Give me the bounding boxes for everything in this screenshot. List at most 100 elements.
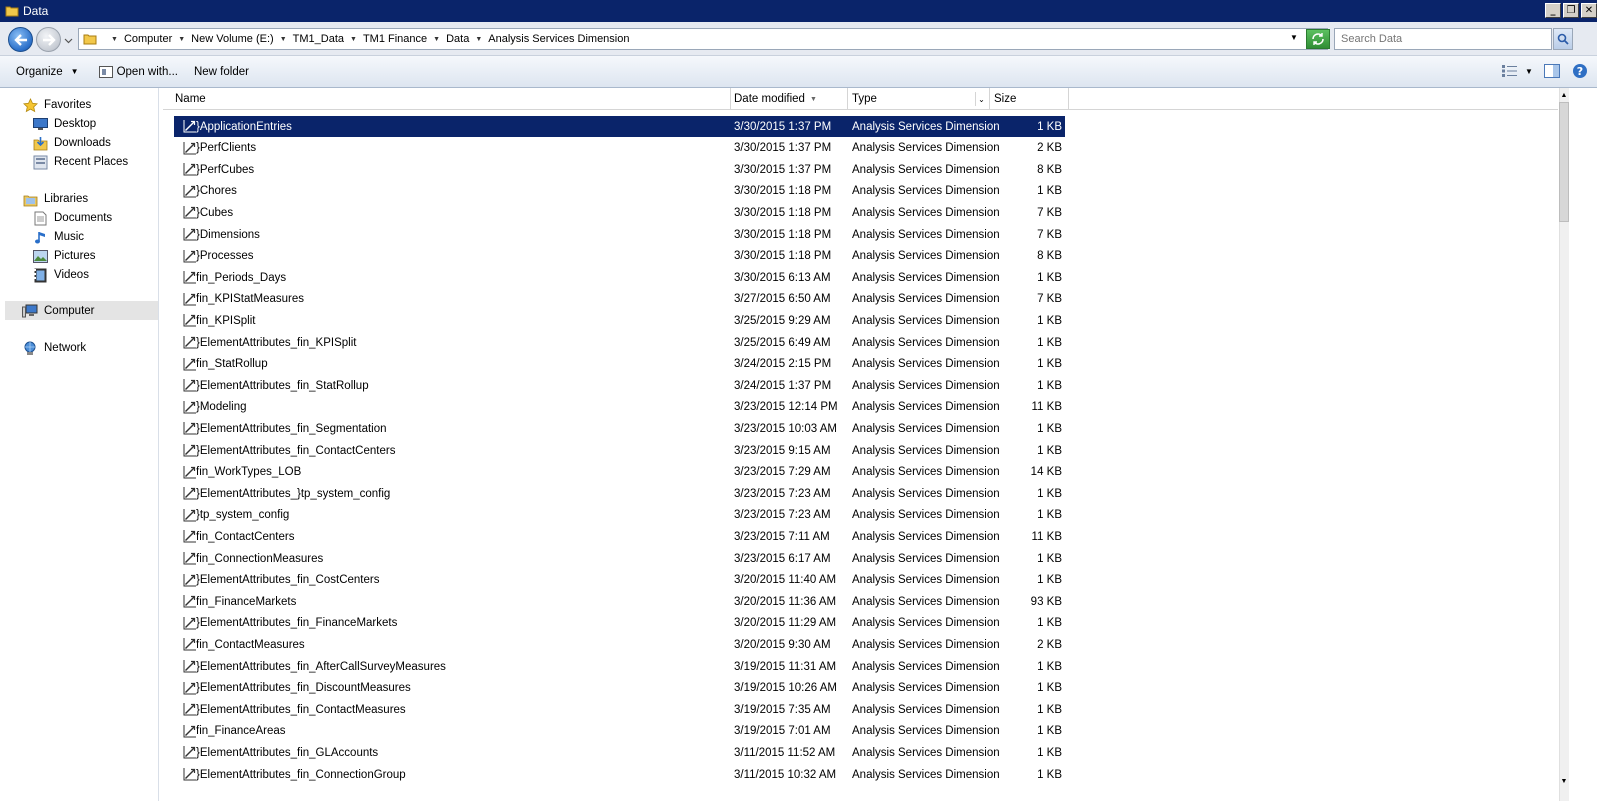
search-button[interactable] (1553, 28, 1573, 50)
column-header-type[interactable]: Type ⌄ (848, 88, 990, 110)
nav-videos[interactable]: Videos (32, 266, 89, 284)
file-name: }Chores (196, 185, 237, 198)
nav-libraries[interactable]: Libraries (22, 190, 88, 208)
table-row[interactable]: fin_ContactMeasures 3/20/2015 9:30 AM Anal… (174, 634, 1065, 655)
scroll-up-icon[interactable]: ▲ (1559, 89, 1569, 101)
table-row[interactable]: }Dimensions 3/30/2015 1:18 PM Analysis Ser… (174, 224, 1065, 245)
table-row[interactable]: }ElementAttributes_fin_AfterCallSurveyMe… (174, 656, 1065, 677)
table-row[interactable]: }ApplicationEntries 3/30/2015 1:37 PM Anal… (174, 116, 1065, 137)
breadcrumb-volume[interactable]: ▼ New Volume (E:) (172, 33, 273, 45)
table-row[interactable]: fin_KPISplit 3/25/2015 9:29 AM Analysis Se… (174, 310, 1065, 331)
navigation-pane: Favorites Desktop Downloads Recent Place… (0, 88, 159, 801)
chevron-down-icon[interactable]: ▼ (71, 67, 79, 76)
file-name: }Modeling (196, 401, 247, 414)
nav-network[interactable]: Network (22, 339, 86, 357)
table-row[interactable]: }ElementAttributes_}tp_system_config 3/23… (174, 483, 1065, 504)
table-row[interactable]: fin_FinanceAreas 3/19/2015 7:01 AM Analysi… (174, 721, 1065, 742)
file-type: Analysis Services Dimension (852, 682, 1000, 695)
table-row[interactable]: }ElementAttributes_fin_GLAccounts 3/11/20… (174, 742, 1065, 763)
table-row[interactable]: fin_FinanceMarkets 3/20/2015 11:36 AM Anal… (174, 591, 1065, 612)
file-date-modified: 3/23/2015 12:14 PM (734, 401, 838, 414)
recent-pages-dropdown[interactable] (64, 36, 73, 45)
table-row[interactable]: fin_ContactCenters 3/23/2015 7:11 AM Analy… (174, 526, 1065, 547)
table-row[interactable]: }ElementAttributes_fin_FinanceMarkets 3/2… (174, 613, 1065, 634)
table-row[interactable]: }PerfClients 3/30/2015 1:37 PM Analysis Se… (174, 138, 1065, 159)
column-filter-dropdown[interactable]: ⌄ (975, 92, 987, 106)
close-button[interactable]: ✕ (1581, 3, 1597, 18)
help-button[interactable]: ? (1569, 61, 1591, 81)
back-button[interactable] (8, 27, 33, 52)
table-row[interactable]: }ElementAttributes_fin_ContactMeasures 3/… (174, 699, 1065, 720)
table-row[interactable]: }Processes 3/30/2015 1:18 PM Analysis Serv… (174, 246, 1065, 267)
breadcrumb-arrow-icon[interactable]: ▼ (433, 36, 440, 43)
table-row[interactable]: }ElementAttributes_fin_Segmentation 3/23/… (174, 418, 1065, 439)
breadcrumb-data[interactable]: ▼ Data (427, 33, 469, 45)
file-date-modified: 3/20/2015 11:29 AM (734, 617, 837, 630)
table-row[interactable]: }tp_system_config 3/23/2015 7:23 AM Analys… (174, 505, 1065, 526)
forward-button[interactable] (36, 27, 61, 52)
file-date-modified: 3/23/2015 6:17 AM (734, 552, 831, 565)
change-view-button[interactable] (1499, 61, 1521, 81)
scroll-down-icon[interactable]: ▼ (1559, 775, 1569, 787)
column-header-date[interactable]: Date modified ▼ (730, 88, 848, 110)
table-row[interactable]: }ElementAttributes_fin_StatRollup 3/24/20… (174, 375, 1065, 396)
file-name: }ElementAttributes_fin_StatRollup (196, 379, 369, 392)
search-input[interactable] (1341, 33, 1551, 45)
table-row[interactable]: }Chores 3/30/2015 1:18 PM Analysis Service… (174, 181, 1065, 202)
table-row[interactable]: }Modeling 3/23/2015 12:14 PM Analysis Serv… (174, 397, 1065, 418)
table-row[interactable]: }ElementAttributes_fin_ContactCenters 3/2… (174, 440, 1065, 461)
nav-downloads[interactable]: Downloads (32, 134, 111, 152)
table-row[interactable]: }Cubes 3/30/2015 1:18 PM Analysis Services… (174, 202, 1065, 223)
file-size: 7 KB (1037, 293, 1062, 306)
breadcrumb-tm1-data[interactable]: ▼ TM1_Data (274, 33, 344, 45)
nav-favorites[interactable]: Favorites (22, 96, 91, 114)
scroll-thumb[interactable] (1559, 102, 1569, 222)
address-field[interactable]: ▼ Computer ▼ New Volume (E:) ▼ TM1_Data ▼ TM… (78, 28, 1328, 50)
nav-desktop[interactable]: Desktop (32, 115, 96, 133)
view-options-dropdown[interactable]: ▼ (1523, 61, 1535, 81)
table-row[interactable]: }ElementAttributes_fin_ConnectionGroup 3/… (174, 764, 1065, 785)
open-with-button[interactable]: Open with... (93, 61, 184, 83)
breadcrumb-computer[interactable]: ▼ Computer (105, 33, 172, 45)
file-size: 7 KB (1037, 228, 1062, 241)
organize-button[interactable]: Organize ▼ (10, 61, 85, 83)
table-row[interactable]: }ElementAttributes_fin_KPISplit 3/25/2015… (174, 332, 1065, 353)
vertical-scrollbar[interactable]: ▲ ▼ (1558, 88, 1597, 801)
preview-pane-button[interactable] (1541, 61, 1563, 81)
table-row[interactable]: fin_WorkTypes_LOB 3/23/2015 7:29 AM Analys… (174, 462, 1065, 483)
file-size: 1 KB (1037, 358, 1062, 371)
breadcrumb-arrow-icon[interactable]: ▼ (280, 36, 287, 43)
breadcrumb-arrow-icon[interactable]: ▼ (178, 36, 185, 43)
nav-music[interactable]: Music (32, 228, 84, 246)
table-row[interactable]: }ElementAttributes_fin_DiscountMeasures 3… (174, 678, 1065, 699)
file-date-modified: 3/30/2015 1:37 PM (734, 120, 832, 133)
restore-button[interactable]: ❐ (1563, 3, 1579, 18)
file-date-modified: 3/23/2015 9:15 AM (734, 444, 831, 457)
breadcrumb-asd[interactable]: ▼ Analysis Services Dimension (469, 33, 629, 45)
refresh-button[interactable] (1306, 29, 1330, 49)
breadcrumb-arrow-icon[interactable]: ▼ (350, 36, 357, 43)
column-header-name[interactable]: Name (171, 88, 731, 110)
search-box[interactable] (1334, 28, 1552, 50)
file-name: }PerfClients (196, 142, 257, 155)
column-header-size[interactable]: Size (990, 88, 1069, 110)
minimize-button[interactable]: _ (1545, 3, 1561, 18)
nav-documents[interactable]: Documents (32, 209, 112, 227)
nav-recent-places[interactable]: Recent Places (32, 153, 128, 171)
breadcrumb-tm1-finance[interactable]: ▼ TM1 Finance (344, 33, 427, 45)
new-folder-button[interactable]: New folder (188, 61, 255, 83)
file-size: 14 KB (1030, 466, 1062, 479)
table-row[interactable]: fin_StatRollup 3/24/2015 2:15 PM Analysis … (174, 354, 1065, 375)
address-history-dropdown[interactable]: ▼ (1290, 33, 1298, 42)
table-row[interactable]: }ElementAttributes_fin_CostCenters 3/20/2… (174, 570, 1065, 591)
nav-computer[interactable]: Computer (5, 301, 158, 320)
breadcrumb-arrow-icon[interactable]: ▼ (111, 36, 118, 43)
table-row[interactable]: }PerfCubes 3/30/2015 1:37 PM Analysis Serv… (174, 159, 1065, 180)
breadcrumb-arrow-icon[interactable]: ▼ (475, 36, 482, 43)
table-row[interactable]: fin_ConnectionMeasures 3/23/2015 6:17 AM A… (174, 548, 1065, 569)
file-type: Analysis Services Dimension (852, 466, 1000, 479)
nav-pictures[interactable]: Pictures (32, 247, 96, 265)
file-date-modified: 3/11/2015 11:52 AM (734, 746, 836, 759)
table-row[interactable]: fin_Periods_Days 3/30/2015 6:13 AM Analysi… (174, 267, 1065, 288)
table-row[interactable]: fin_KPIStatMeasures 3/27/2015 6:50 AM Anal… (174, 289, 1065, 310)
